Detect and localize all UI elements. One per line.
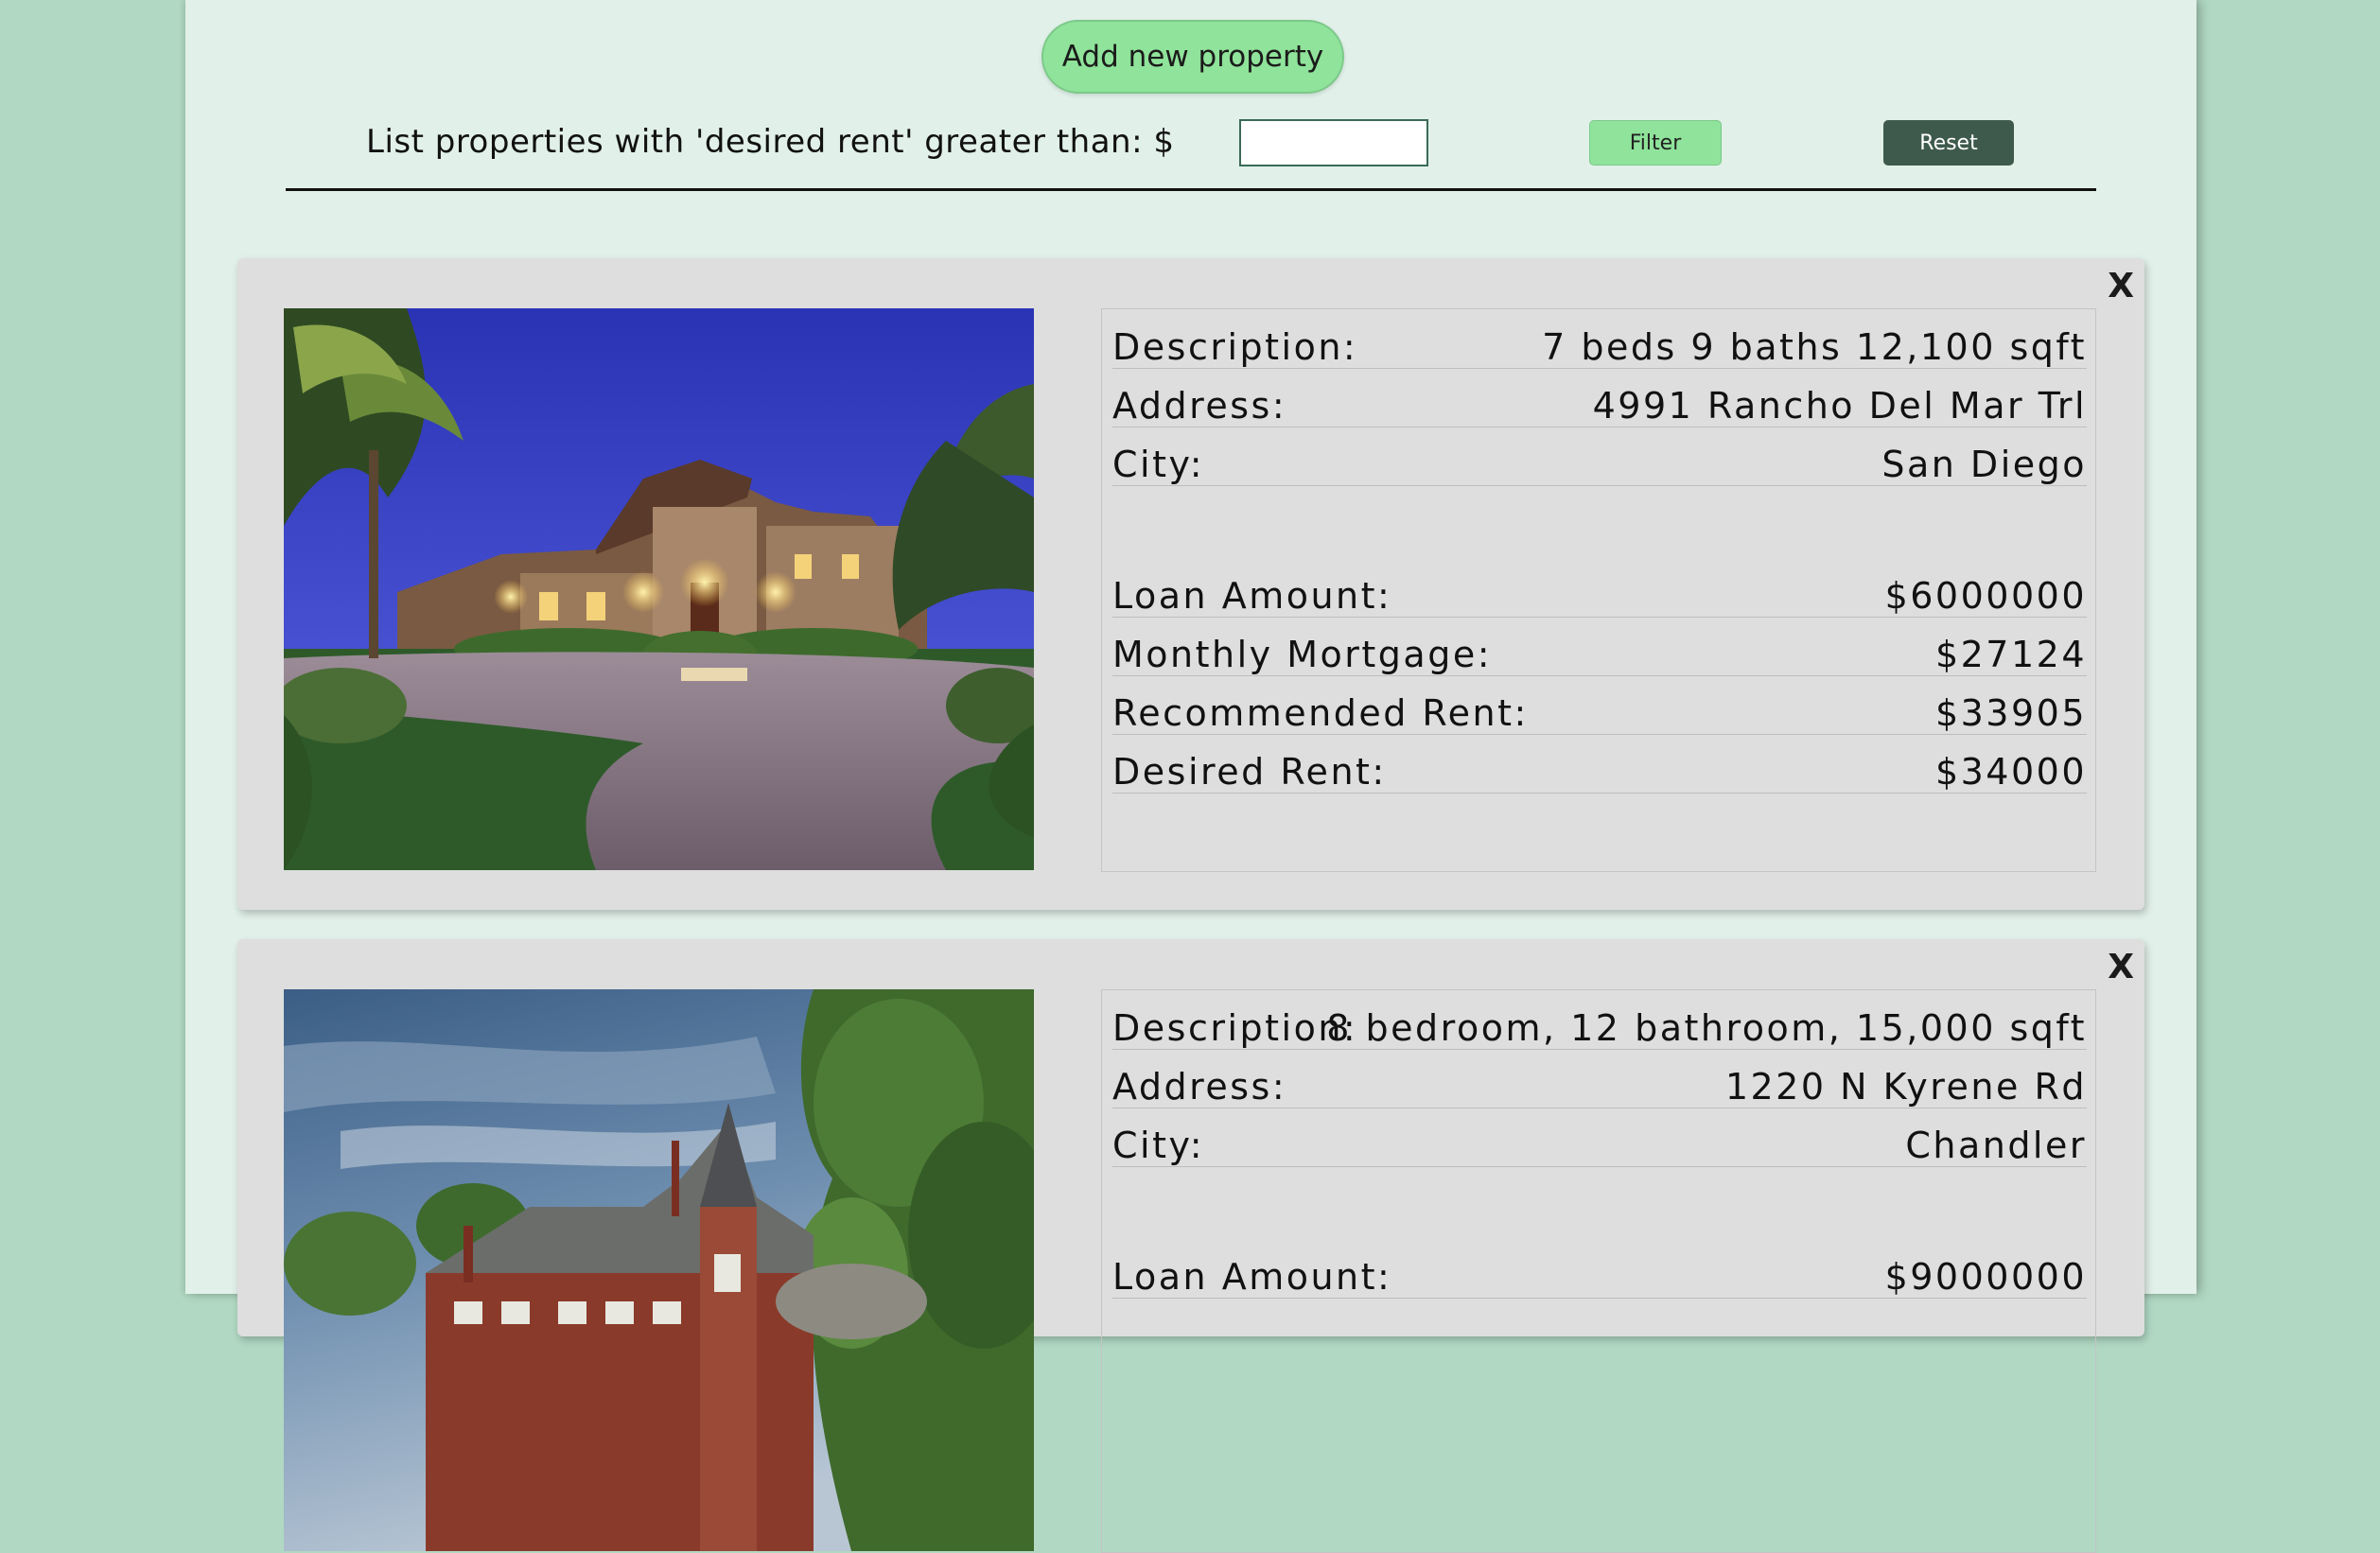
loan-row: Loan Amount: $9000000 — [1112, 1250, 2087, 1299]
mortgage-value: $27124 — [1934, 634, 2087, 675]
city-value: Chandler — [1905, 1125, 2087, 1166]
property-details: Description: 8 bedroom, 12 bathroom, 15,… — [1101, 989, 2096, 1553]
address-row: Address: 1220 N Kyrene Rd — [1112, 1060, 2087, 1108]
description-value: 7 beds 9 baths 12,100 sqft — [1542, 326, 2087, 368]
desired-rent-input[interactable] — [1239, 119, 1428, 166]
page-container: Add new property List properties with 'd… — [185, 0, 2196, 1553]
recommended-rent-label: Recommended Rent: — [1112, 692, 1529, 734]
divider — [286, 188, 2096, 191]
description-row: Description: 7 beds 9 baths 12,100 sqft — [1112, 321, 2087, 369]
loan-label: Loan Amount: — [1112, 575, 1392, 617]
property-details: Description: 7 beds 9 baths 12,100 sqft … — [1101, 308, 2096, 872]
desired-rent-label: Desired Rent: — [1112, 751, 1387, 793]
address-value: 4991 Rancho Del Mar Trl — [1592, 385, 2087, 427]
address-value: 1220 N Kyrene Rd — [1724, 1066, 2087, 1108]
mortgage-row: Monthly Mortgage: $27124 — [1112, 628, 2087, 676]
city-row: City: San Diego — [1112, 438, 2087, 486]
city-row: City: Chandler — [1112, 1119, 2087, 1167]
address-row: Address: 4991 Rancho Del Mar Trl — [1112, 379, 2087, 428]
recommended-rent-row: Recommended Rent: $33905 — [1112, 687, 2087, 735]
recommended-rent-value: $33905 — [1934, 692, 2087, 734]
description-row: Description: 8 bedroom, 12 bathroom, 15,… — [1112, 1002, 2087, 1050]
filter-bar: List properties with 'desired rent' grea… — [185, 117, 2196, 170]
description-label: Description: — [1112, 1007, 1358, 1049]
description-label: Description: — [1112, 326, 1358, 368]
address-label: Address: — [1112, 385, 1287, 427]
reset-button[interactable]: Reset — [1883, 120, 2014, 166]
mansion-photo — [284, 989, 1034, 1551]
loan-value: $9000000 — [1884, 1256, 2087, 1298]
add-property-button[interactable]: Add new property — [1041, 20, 1344, 94]
mortgage-label: Monthly Mortgage: — [1112, 634, 1492, 675]
filter-label: List properties with 'desired rent' grea… — [366, 123, 1175, 161]
city-label: City: — [1112, 1125, 1205, 1166]
loan-row: Loan Amount: $6000000 — [1112, 569, 2087, 618]
city-value: San Diego — [1881, 444, 2087, 485]
delete-property-button[interactable]: X — [2108, 267, 2134, 305]
city-label: City: — [1112, 444, 1205, 485]
property-card: X — [237, 258, 2144, 910]
desired-rent-value: $34000 — [1934, 751, 2087, 793]
address-label: Address: — [1112, 1066, 1287, 1108]
description-value: 8 bedroom, 12 bathroom, 15,000 sqft — [1326, 1007, 2087, 1049]
house-photo — [284, 308, 1034, 870]
loan-value: $6000000 — [1884, 575, 2087, 617]
filter-button[interactable]: Filter — [1589, 120, 1722, 166]
property-card: X — [237, 939, 2144, 1553]
loan-label: Loan Amount: — [1112, 1256, 1392, 1298]
desired-rent-row: Desired Rent: $34000 — [1112, 745, 2087, 794]
delete-property-button[interactable]: X — [2108, 948, 2134, 986]
